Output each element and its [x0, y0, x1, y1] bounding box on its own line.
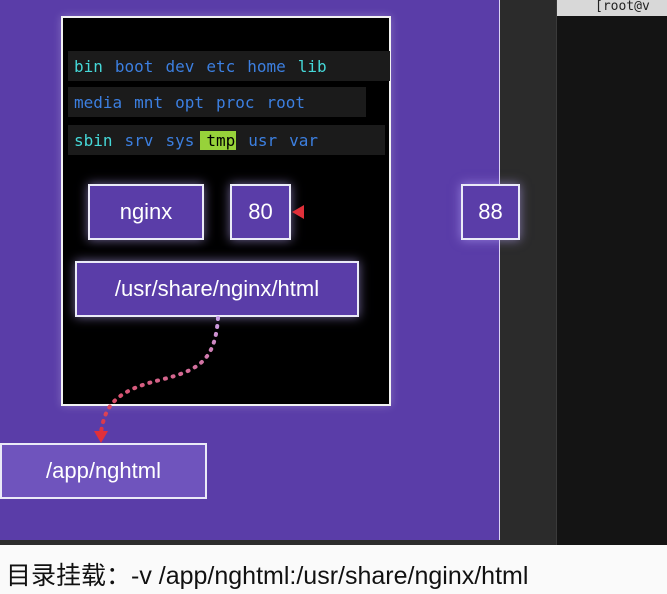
caption-text: 目录挂载：-v /app/nghtml:/usr/share/nginx/htm… [6, 562, 529, 590]
port-arrowhead [292, 205, 304, 219]
link-arrows [94, 205, 460, 443]
volume-arrowhead [94, 431, 108, 443]
volume-mapping-arrow [99, 316, 220, 434]
